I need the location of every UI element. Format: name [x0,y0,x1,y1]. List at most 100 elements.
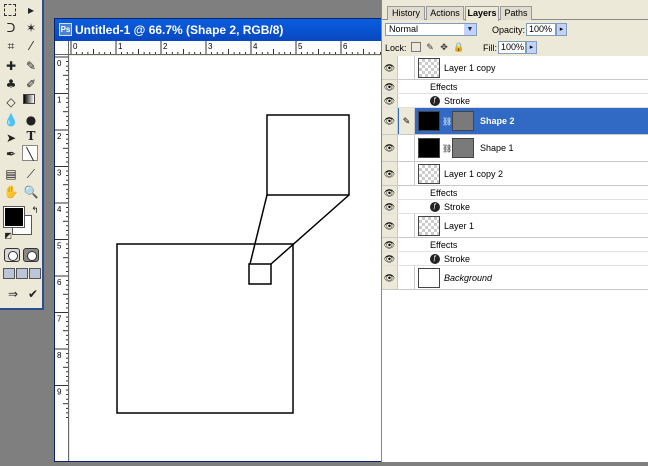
gradient-tool-icon[interactable] [23,94,35,104]
jump-to-imageready-icon[interactable]: ⇒ [3,286,23,302]
layer-row-selected[interactable]: 👁 ✎ ⛓ Shape 2 [382,108,648,135]
brush-tool-icon[interactable]: ✎ [23,58,39,74]
lock-image-icon[interactable]: ✎ [425,42,435,52]
layer-thumbnail [418,216,440,236]
lock-transparency-icon[interactable] [411,42,421,52]
effect-row[interactable]: 👁 ƒ Stroke [382,94,648,108]
layer-row[interactable]: 👁 Layer 1 [382,214,648,238]
horizontal-ruler-ticks: 0 1 2 3 4 5 6 [70,41,381,54]
eye-icon[interactable]: 👁 [382,108,398,134]
eyedropper-icon[interactable]: ⟋ [23,166,39,182]
chain-link-icon[interactable]: ⛓ [442,144,452,153]
layer-thumbnail [418,58,440,78]
crop-tool-icon[interactable]: ⌗ [3,38,19,54]
chevron-down-icon[interactable]: ▼ [464,24,476,35]
line-tool-icon[interactable]: ╲ [22,145,38,161]
pen-tool-icon[interactable]: ✒ [3,146,19,162]
eye-icon[interactable]: 👁 [382,162,398,185]
ruler-label: 0 [57,59,62,68]
tab-history[interactable]: History [387,6,425,20]
layer-name: Shape 1 [480,143,514,153]
standard-mode-icon[interactable] [4,248,20,262]
eye-icon[interactable]: 👁 [382,186,398,199]
layer-row-background[interactable]: 👁 Background [382,266,648,290]
slice-tool-icon[interactable]: ⁄ [23,38,39,54]
eraser-tool-icon[interactable]: ◇ [3,94,19,110]
ruler-label: 0 [73,42,78,51]
eye-icon[interactable]: 👁 [382,252,398,265]
eye-icon[interactable]: 👁 [382,80,398,93]
effects-row[interactable]: 👁 Effects [382,80,648,94]
ruler-origin[interactable] [55,41,69,55]
lock-all-icon[interactable]: 🔒 [453,42,464,52]
eye-icon[interactable]: 👁 [382,94,398,107]
screen-mode-full-menu-icon[interactable] [16,268,28,279]
vertical-ruler[interactable]: 0 1 2 3 4 5 6 7 8 9 [55,55,69,461]
default-colors-icon[interactable]: ◩ [0,228,16,244]
tab-paths[interactable]: Paths [500,6,532,20]
layer-link-cell[interactable] [399,162,415,185]
effects-row[interactable]: 👁 Effects [382,186,648,200]
path-selection-icon[interactable]: ➤ [3,130,19,146]
fx-icon: ƒ [430,254,440,264]
chevron-right-icon[interactable]: ▸ [526,41,537,54]
eye-icon[interactable]: 👁 [382,238,398,251]
eye-icon[interactable]: 👁 [382,56,398,79]
connector-line-left[interactable] [249,194,268,265]
clone-stamp-icon[interactable]: ♣ [3,76,19,92]
lasso-tool-icon[interactable]: ᑐ [3,20,19,36]
layer-link-cell[interactable] [399,56,415,79]
screen-mode-full-icon[interactable] [29,268,41,279]
healing-brush-icon[interactable]: ✚ [3,58,19,74]
marquee-tool-icon[interactable] [4,4,16,16]
eye-icon[interactable]: 👁 [382,266,398,289]
quick-mask-icon[interactable] [23,248,39,262]
layer-row[interactable]: 👁 Layer 1 copy [382,56,648,80]
chevron-right-icon[interactable]: ▸ [556,23,567,36]
effect-row[interactable]: 👁 ƒ Stroke [382,200,648,214]
document-window: Ps Untitled-1 @ 66.7% (Shape 2, RGB/8) 0… [54,18,384,462]
swap-colors-icon[interactable]: ↰ [27,203,43,219]
magic-wand-icon[interactable]: ✶ [23,20,39,36]
effect-row[interactable]: 👁 ƒ Stroke [382,252,648,266]
blend-mode-select[interactable]: Normal ▼ [385,23,477,36]
layer-link-cell[interactable] [399,214,415,237]
type-tool-icon[interactable]: T [23,128,39,144]
notes-tool-icon[interactable]: ▤ [3,166,19,182]
image-canvas[interactable] [70,56,383,461]
tools-palette: ▸ ᑐ ✶ ⌗ ⁄ ✚ ✎ ♣ ✐ ◇ 💧 ● ➤ T ✒ ╲ ▤ ⟋ ✋ 🔍 … [0,0,44,310]
document-title-bar[interactable]: Ps Untitled-1 @ 66.7% (Shape 2, RGB/8) [55,19,383,41]
top-right-square[interactable] [266,114,350,196]
canvas-artwork[interactable] [70,56,385,463]
eye-icon[interactable]: 👁 [382,135,398,161]
layer-row[interactable]: 👁 ⛓ Shape 1 [382,135,648,162]
layer-link-cell[interactable] [399,135,415,161]
brush-icon[interactable]: ✎ [399,108,415,134]
eye-icon[interactable]: 👁 [382,214,398,237]
fill-input[interactable]: 100% ▸ [498,41,537,54]
lock-position-icon[interactable]: ✥ [439,42,449,52]
hand-tool-icon[interactable]: ✋ [3,184,19,200]
tab-layers[interactable]: Layers [465,6,499,21]
imageready-icon[interactable]: ✔ [25,286,41,302]
eye-icon[interactable]: 👁 [382,200,398,213]
layer-row[interactable]: 👁 Layer 1 copy 2 [382,162,648,186]
blur-tool-icon[interactable]: 💧 [3,112,19,128]
chain-link-icon[interactable]: ⛓ [442,117,452,126]
layer-thumbnail [418,138,440,158]
foreground-color-swatch-front[interactable] [4,207,24,227]
dodge-tool-icon[interactable]: ● [23,112,39,128]
history-brush-icon[interactable]: ✐ [23,76,39,92]
tab-actions[interactable]: Actions [426,6,464,20]
screen-mode-standard-icon[interactable] [3,268,15,279]
connector-line-right[interactable] [270,194,350,265]
zoom-tool-icon[interactable]: 🔍 [23,184,39,200]
move-tool-icon[interactable]: ▸ [23,2,39,18]
effects-row[interactable]: 👁 Effects [382,238,648,252]
small-square[interactable] [248,263,272,285]
opacity-input[interactable]: 100% ▸ [526,23,567,36]
horizontal-ruler[interactable]: 0 1 2 3 4 5 6 [69,41,383,55]
layer-link-cell[interactable] [399,266,415,289]
layer-thumbnail [418,164,440,184]
ruler-label: 2 [57,132,62,141]
